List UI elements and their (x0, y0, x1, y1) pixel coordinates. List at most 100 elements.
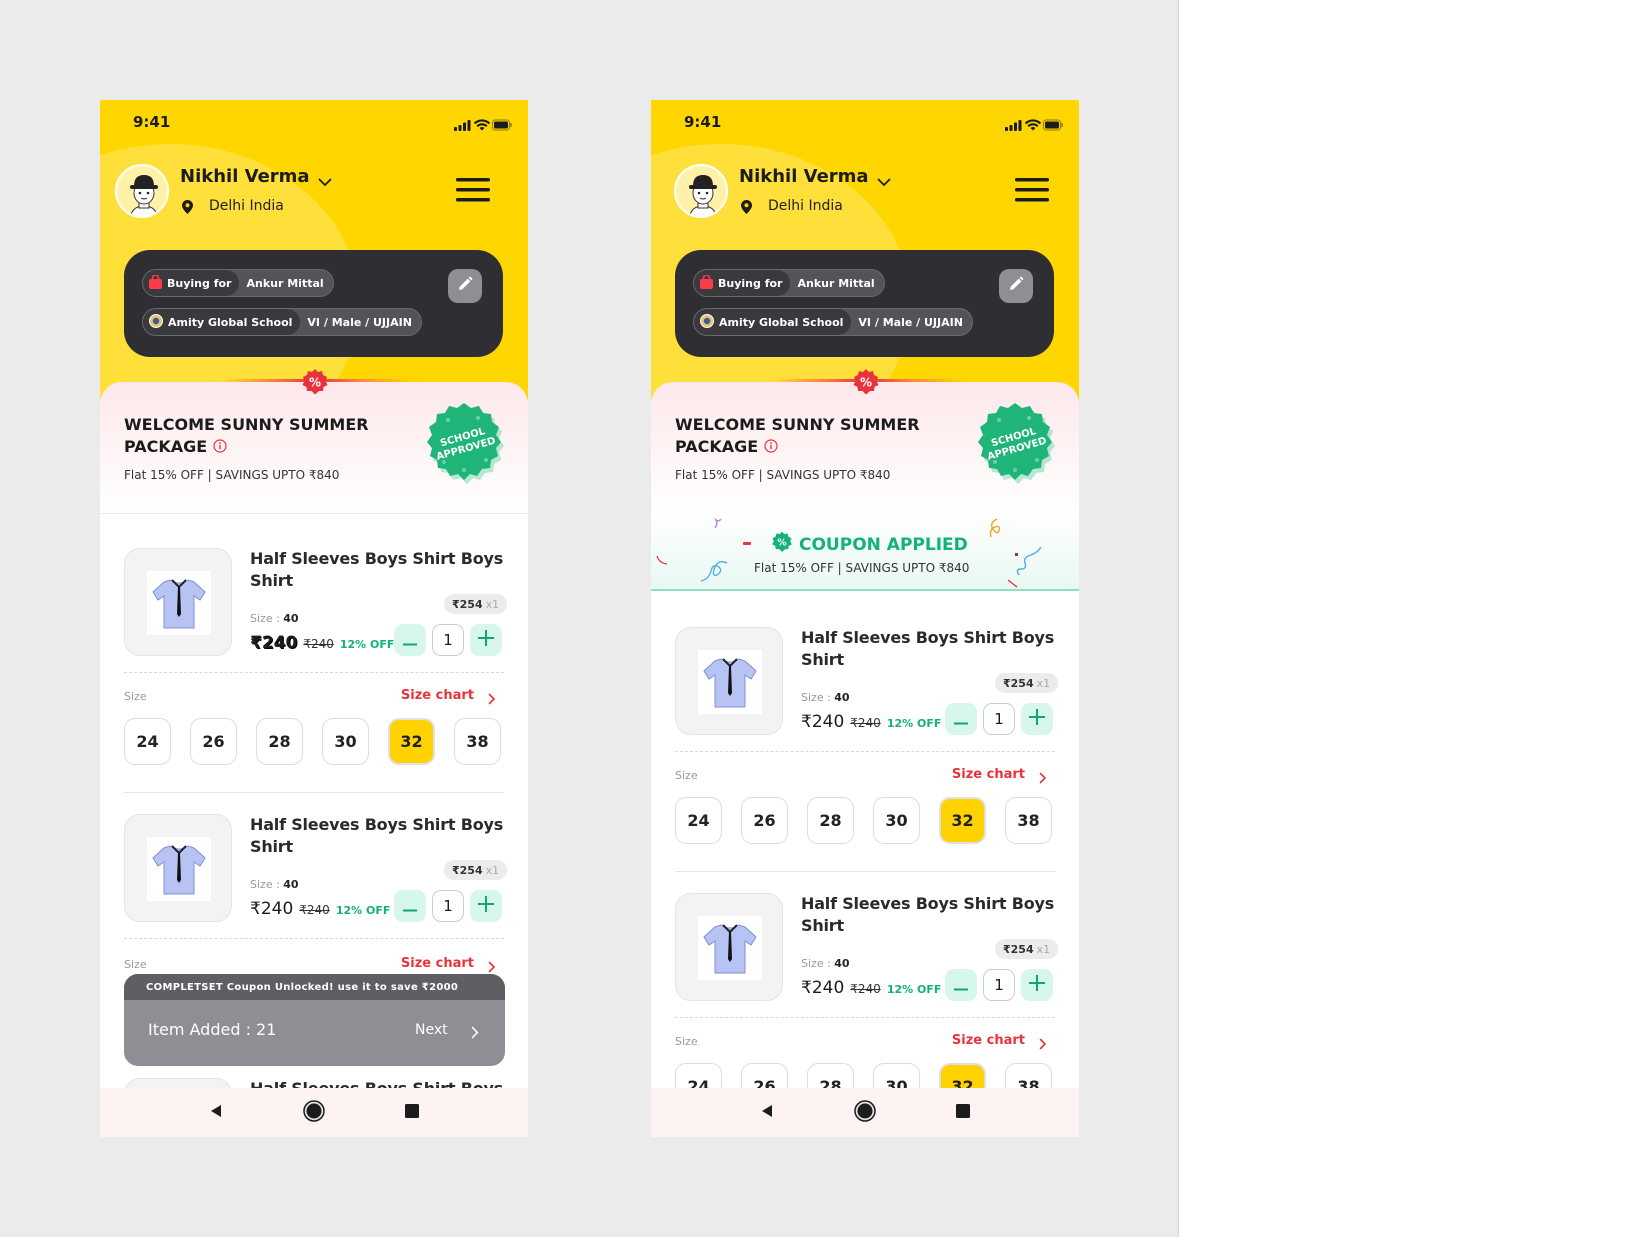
size-label: Size : (250, 612, 284, 625)
avatar[interactable] (674, 164, 728, 218)
user-location: Delhi India (209, 198, 284, 214)
product-size: Size : 40 (250, 878, 299, 891)
size-option[interactable]: 28 (807, 797, 854, 844)
size-chart-link[interactable]: Size chart (952, 767, 1025, 782)
phone-screen-cart: 9:41 Nikhil Verma Delhi India Buying for (100, 100, 528, 1137)
product-image[interactable] (124, 548, 232, 656)
size-option[interactable]: 30 (322, 718, 369, 765)
increase-button[interactable] (470, 890, 502, 922)
product-title[interactable]: Half Sleeves Boys Shirt Boys Shirt (801, 627, 1061, 671)
back-icon[interactable] (209, 1103, 223, 1122)
size-option-selected[interactable]: 32 (388, 718, 435, 765)
welcome-title-line2: PACKAGE (675, 437, 759, 456)
size-option[interactable]: 30 (873, 797, 920, 844)
product-image[interactable] (124, 814, 232, 922)
info-icon[interactable] (764, 437, 778, 459)
dashed-divider (124, 672, 504, 673)
info-icon[interactable] (213, 437, 227, 459)
pencil-icon (457, 276, 473, 296)
size-heading: Size (124, 690, 147, 703)
back-icon[interactable] (760, 1103, 774, 1122)
quantity-value[interactable]: 1 (432, 890, 464, 922)
unit-price-tag: ₹254 x1 (995, 673, 1059, 693)
decrease-button[interactable] (394, 890, 426, 922)
chevron-right-icon[interactable] (488, 690, 496, 709)
coupon-unlocked-message: COMPLETSET Coupon Unlocked! use it to sa… (124, 974, 505, 1000)
quantity-value[interactable]: 1 (983, 703, 1015, 735)
wifi-icon (1024, 119, 1042, 131)
size-option-selected[interactable]: 32 (939, 797, 986, 844)
chevron-down-icon[interactable] (877, 172, 891, 191)
plus-icon (1029, 709, 1045, 729)
discount-icon: % (852, 368, 880, 400)
coupon-applied-banner: % COUPON APPLIED Flat 15% OFF | SAVINGS … (651, 513, 1079, 591)
shopping-bag-icon (700, 273, 713, 292)
size-chart-link[interactable]: Size chart (401, 688, 474, 703)
quantity-value[interactable]: 1 (983, 969, 1015, 1001)
minus-icon (403, 631, 417, 650)
section-divider (100, 513, 528, 514)
size-label: Size : (250, 878, 284, 891)
next-button[interactable]: Next (415, 1022, 448, 1038)
buying-for-pill[interactable]: Buying for Ankur Mittal (693, 269, 885, 297)
product-title[interactable]: Half Sleeves Boys Shirt Boys Shirt (250, 814, 510, 858)
buying-for-card: Buying for Ankur Mittal Amity Global Sch… (124, 250, 503, 357)
home-icon[interactable] (303, 1099, 325, 1126)
increase-button[interactable] (470, 624, 502, 656)
size-value: 40 (834, 691, 850, 704)
product-image[interactable] (675, 627, 783, 735)
edit-button[interactable] (448, 269, 482, 303)
user-name[interactable]: Nikhil Verma (739, 166, 869, 187)
product-image[interactable] (675, 893, 783, 1001)
user-name[interactable]: Nikhil Verma (180, 166, 310, 187)
buying-for-person: Ankur Mittal (797, 276, 875, 290)
discount-icon: % (301, 368, 329, 400)
dashed-divider (675, 751, 1055, 752)
coupon-title-text: COUPON APPLIED (799, 534, 968, 555)
size-option[interactable]: 28 (256, 718, 303, 765)
product-title[interactable]: Half Sleeves Boys Shirt Boys Shirt (250, 548, 510, 592)
chevron-right-icon[interactable] (471, 1024, 479, 1043)
shirt-icon (703, 658, 757, 708)
home-icon[interactable] (854, 1099, 876, 1126)
decrease-button[interactable] (945, 703, 977, 735)
chevron-down-icon[interactable] (318, 172, 332, 191)
hamburger-menu-icon[interactable] (456, 178, 490, 206)
size-chart-link[interactable]: Size chart (952, 1033, 1025, 1048)
hamburger-menu-icon[interactable] (1015, 178, 1049, 206)
size-option[interactable]: 26 (190, 718, 237, 765)
unit-price-tag: ₹254 x1 (444, 860, 508, 880)
size-chart-link[interactable]: Size chart (401, 956, 474, 971)
status-icons (1005, 116, 1063, 135)
cart-toast[interactable]: COMPLETSET Coupon Unlocked! use it to sa… (124, 974, 505, 1066)
battery-icon (1043, 119, 1063, 131)
buying-for-pill[interactable]: Buying for Ankur Mittal (142, 269, 334, 297)
decrease-button[interactable] (945, 969, 977, 1001)
avatar[interactable] (115, 164, 169, 218)
size-option[interactable]: 38 (454, 718, 501, 765)
chevron-right-icon[interactable] (1039, 1035, 1047, 1054)
decrease-button[interactable] (394, 624, 426, 656)
recents-icon[interactable] (956, 1103, 970, 1122)
unit-price: ₹254 (452, 863, 483, 877)
edit-button[interactable] (999, 269, 1033, 303)
svg-text:%: % (309, 376, 321, 390)
discount-label: 12% OFF (886, 717, 942, 730)
shirt-icon (152, 845, 206, 895)
unit-price: ₹254 (1003, 942, 1034, 956)
size-option[interactable]: 24 (124, 718, 171, 765)
size-option[interactable]: 38 (1005, 797, 1052, 844)
product-title[interactable]: Half Sleeves Boys Shirt Boys Shirt (801, 893, 1061, 937)
chevron-right-icon[interactable] (1039, 769, 1047, 788)
increase-button[interactable] (1021, 969, 1053, 1001)
size-label: Size : (801, 691, 835, 704)
recents-icon[interactable] (405, 1103, 419, 1122)
unit-multiplier: x1 (485, 597, 500, 611)
size-option[interactable]: 24 (675, 797, 722, 844)
quantity-value[interactable]: 1 (432, 624, 464, 656)
school-pill[interactable]: Amity Global School VI / Male / UJJAIN (693, 308, 973, 336)
school-pill[interactable]: Amity Global School VI / Male / UJJAIN (142, 308, 422, 336)
size-option[interactable]: 26 (741, 797, 788, 844)
old-price: ₹240 (850, 716, 881, 730)
increase-button[interactable] (1021, 703, 1053, 735)
